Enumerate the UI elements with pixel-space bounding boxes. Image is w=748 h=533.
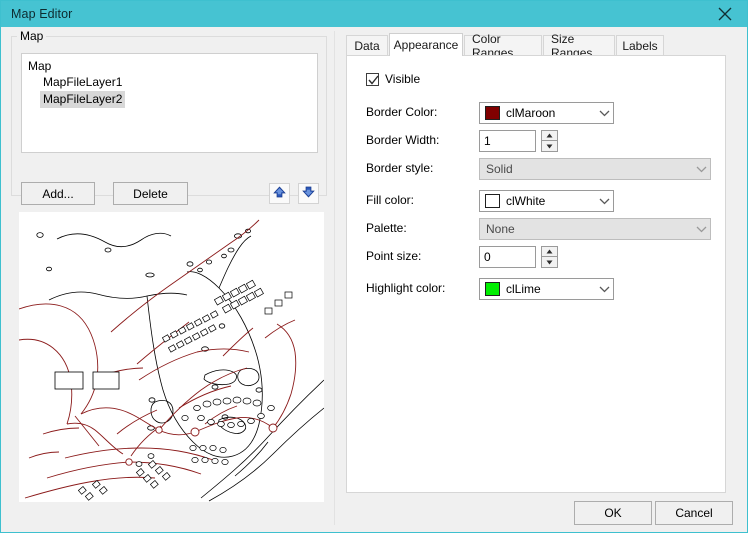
map-editor-dialog: Map Editor Map Map MapFileLayer1 MapFile… (0, 0, 748, 533)
border-style-value: Solid (486, 162, 692, 176)
window-title: Map Editor (11, 7, 72, 21)
border-width-row: Border Width: 1 (366, 130, 711, 152)
palette-label: Palette: (366, 221, 407, 235)
panel-separator (334, 31, 335, 525)
palette-combo[interactable]: None (479, 218, 711, 240)
border-color-label: Border Color: (366, 105, 437, 119)
map-groupbox-label: Map (17, 29, 46, 43)
point-size-stepper[interactable]: 0 (479, 246, 559, 268)
palette-value: None (486, 222, 692, 236)
spin-down-button[interactable] (541, 257, 558, 268)
tab-data[interactable]: Data (346, 35, 388, 55)
check-icon (368, 75, 379, 86)
ok-button[interactable]: OK (574, 501, 652, 525)
move-up-button[interactable] (269, 183, 290, 204)
fill-color-combo[interactable]: clWhite (479, 190, 614, 212)
fill-color-row: Fill color: clWhite (366, 190, 711, 212)
point-size-row: Point size: 0 (366, 246, 711, 268)
highlight-color-combo[interactable]: clLime (479, 278, 614, 300)
chevron-down-icon (595, 110, 613, 117)
visible-checkbox-label: Visible (385, 72, 420, 86)
checkbox-box (366, 73, 379, 86)
point-size-input[interactable]: 0 (479, 246, 536, 268)
caret-up-icon (546, 133, 553, 138)
point-size-spin-buttons (541, 246, 558, 268)
border-color-value: clMaroon (506, 106, 595, 120)
tree-item-label: MapFileLayer1 (40, 74, 125, 91)
visible-checkbox[interactable]: Visible (366, 72, 420, 86)
move-down-button[interactable] (298, 183, 319, 204)
tree-item-mapfilelayer1[interactable]: MapFileLayer1 (40, 74, 317, 91)
tab-size-ranges[interactable]: Size Ranges (543, 35, 615, 55)
spin-down-button[interactable] (541, 141, 558, 152)
border-width-stepper[interactable]: 1 (479, 130, 559, 152)
chevron-down-icon (595, 198, 613, 205)
highlight-color-row: Highlight color: clLime (366, 278, 711, 300)
chevron-down-icon (595, 286, 613, 293)
title-bar: Map Editor (1, 1, 747, 27)
delete-button[interactable]: Delete (113, 182, 188, 205)
fill-color-value: clWhite (506, 194, 595, 208)
border-style-label: Border style: (366, 161, 433, 175)
map-preview[interactable] (19, 212, 324, 502)
layer-tree[interactable]: Map MapFileLayer1 MapFileLayer2 (21, 53, 318, 153)
border-style-row: Border style: Solid (366, 158, 711, 180)
tree-item-label: MapFileLayer2 (40, 91, 125, 108)
border-width-spin-buttons (541, 130, 558, 152)
border-color-row: Border Color: clMaroon (366, 102, 711, 124)
chevron-down-icon (692, 166, 710, 173)
spin-up-button[interactable] (541, 130, 558, 141)
cancel-button[interactable]: Cancel (655, 501, 733, 525)
fill-color-swatch (485, 194, 500, 208)
border-style-combo[interactable]: Solid (479, 158, 711, 180)
close-icon[interactable] (703, 1, 747, 27)
border-color-swatch (485, 106, 500, 120)
appearance-tab-panel: Visible Border Color: clMaroon Border Wi… (346, 55, 726, 493)
border-color-combo[interactable]: clMaroon (479, 102, 614, 124)
tree-item-mapfilelayer2[interactable]: MapFileLayer2 (40, 91, 317, 108)
palette-row: Palette: None (366, 218, 711, 240)
border-width-input[interactable]: 1 (479, 130, 536, 152)
border-width-label: Border Width: (366, 133, 439, 147)
arrow-up-icon (273, 186, 286, 201)
fill-color-label: Fill color: (366, 193, 414, 207)
tab-labels[interactable]: Labels (616, 35, 664, 55)
arrow-down-icon (302, 186, 315, 201)
tab-color-ranges[interactable]: Color Ranges (464, 35, 542, 55)
tree-root-node[interactable]: Map (22, 54, 317, 74)
caret-down-icon (546, 144, 553, 149)
point-size-label: Point size: (366, 249, 421, 263)
chevron-down-icon (692, 226, 710, 233)
highlight-color-value: clLime (506, 282, 595, 296)
add-button[interactable]: Add... (21, 182, 95, 205)
spin-up-button[interactable] (541, 246, 558, 257)
caret-up-icon (546, 249, 553, 254)
tab-appearance[interactable]: Appearance (389, 33, 463, 56)
highlight-color-label: Highlight color: (366, 281, 445, 295)
highlight-color-swatch (485, 282, 500, 296)
caret-down-icon (546, 260, 553, 265)
tab-strip: Data Appearance Color Ranges Size Ranges… (346, 33, 726, 55)
